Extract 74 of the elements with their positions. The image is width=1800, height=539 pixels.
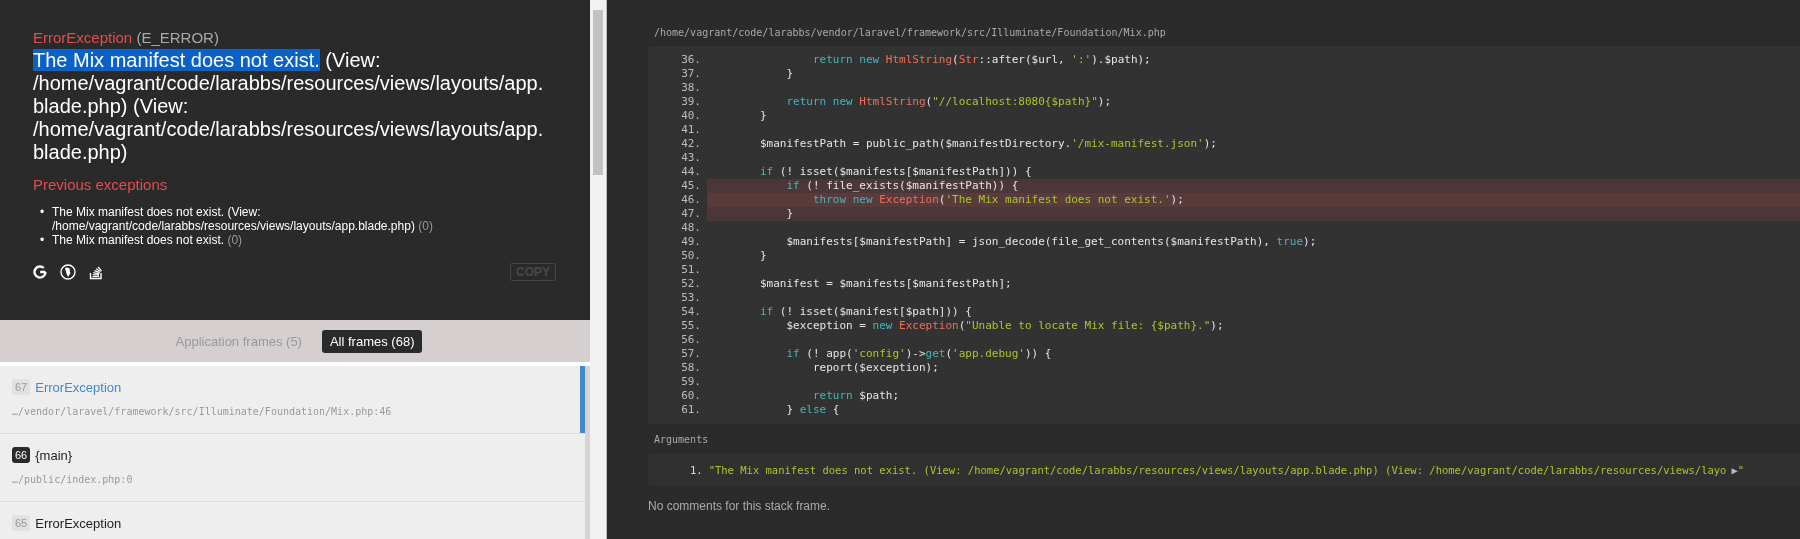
exception-code: (E_ERROR) xyxy=(136,29,219,46)
line-number: 36. xyxy=(680,53,701,67)
exception-message: The Mix manifest does not exist. (View: /home/vagrant/code/larabbs/resources/views/layouts/app.blade.php) (View: /home/vagrant/code/larabbs/resources/views/layouts/app.blade.php) xyxy=(33,49,545,164)
line-number: 61. xyxy=(680,403,701,417)
arguments-heading: Arguments xyxy=(654,434,710,445)
bullet: • xyxy=(40,205,46,219)
g-logo-icon[interactable] xyxy=(33,265,47,279)
argument-value: "The Mix manifest does not exist. (View: /home/vagrant/code/larabbs/resources/views/layouts/app.blade.php) (View: /home/vagrant/code/larabbs/resources/views/layo xyxy=(708,464,1727,476)
frame-path: …/public/index.php:0 xyxy=(12,474,134,485)
duck-icon[interactable] xyxy=(60,264,76,280)
stack-frame[interactable]: 65 ErrorException xyxy=(0,502,585,539)
line-number: 60. xyxy=(680,389,701,403)
code-line: $manifestPath = public_path($manifestDirectory.'/mix-manifest.json'); xyxy=(758,137,1217,151)
line-number: 46. xyxy=(680,193,701,207)
frame-title: ErrorException xyxy=(35,515,122,531)
code-line: if (! isset($manifests[$manifestPath])) { xyxy=(758,165,1032,179)
line-number: 57. xyxy=(680,347,701,361)
code-line: return new HtmlString("//localhost:8080{$path}"); xyxy=(785,95,1111,109)
code-line: } xyxy=(758,249,767,263)
code-line: $manifests[$manifestPath] = json_decode(file_get_contents($manifestPath), true); xyxy=(785,235,1317,249)
line-number: 55. xyxy=(680,319,701,333)
line-number: 45. xyxy=(680,179,701,193)
line-number: 40. xyxy=(680,109,701,123)
line-number: 49. xyxy=(680,235,701,249)
code-line: if (! file_exists($manifestPath)) { xyxy=(785,179,1019,193)
previous-exception: The Mix manifest does not exist. (View: /home/vagrant/code/larabbs/resources/views/layouts/app.blade.php) (0) xyxy=(52,205,434,233)
line-number: 51. xyxy=(680,263,701,277)
expand-toggle[interactable]: ▶ xyxy=(1731,464,1738,476)
code-line: } xyxy=(785,207,794,221)
stack-frame[interactable]: 66 {main} …/public/index.php:0 xyxy=(0,434,585,502)
frame-filter-tab[interactable]: All frames (68) xyxy=(321,329,423,353)
bullet: • xyxy=(40,233,46,247)
line-number: 37. xyxy=(680,67,701,81)
code-line: $exception = new Exception("Unable to locate Mix file: {$path}."); xyxy=(785,319,1224,333)
code-line: $manifest = $manifests[$manifestPath]; xyxy=(758,277,1012,291)
line-number: 43. xyxy=(680,151,701,165)
comments-note: No comments for this stack frame. xyxy=(648,499,832,513)
stack-icon[interactable] xyxy=(89,264,103,280)
code-line: } else { xyxy=(785,403,840,417)
line-number: 42. xyxy=(680,137,701,151)
previous-exception: The Mix manifest does not exist. (0) xyxy=(52,233,243,247)
line-number: 53. xyxy=(680,291,701,305)
line-number: 56. xyxy=(680,333,701,347)
line-number: 38. xyxy=(680,81,701,95)
code-line: if (! isset($manifest[$path])) { xyxy=(758,305,972,319)
code-line: } xyxy=(785,67,794,81)
frame-number: 66 xyxy=(12,447,31,463)
line-number: 44. xyxy=(680,165,701,179)
line-number: 47. xyxy=(680,207,701,221)
argument-number: 1. xyxy=(690,464,703,476)
argument-quote: " xyxy=(1737,464,1745,476)
line-number: 59. xyxy=(680,375,701,389)
line-number: 39. xyxy=(680,95,701,109)
frame-title: ErrorException xyxy=(35,379,122,395)
line-number: 54. xyxy=(680,305,701,319)
code-line: if (! app('config')->get('app.debug')) { xyxy=(785,347,1052,361)
line-number: 58. xyxy=(680,361,701,375)
scrollbar[interactable] xyxy=(590,0,607,539)
code-line: return $path; xyxy=(811,389,900,403)
file-path: /home/vagrant/code/larabbs/vendor/laravel/framework/src/Illuminate/Foundation/Mix.php xyxy=(654,27,1167,38)
frame-title: {main} xyxy=(35,447,73,463)
exception-type: ErrorException xyxy=(33,29,133,46)
line-number: 41. xyxy=(680,123,701,137)
code-line: throw new Exception('The Mix manifest does not exist.'); xyxy=(811,193,1184,207)
code-line: } xyxy=(758,109,767,123)
line-number: 50. xyxy=(680,249,701,263)
frame-number: 67 xyxy=(12,379,31,395)
code-line: return new HtmlString(Str::after($url, ':').$path); xyxy=(811,53,1151,67)
previous-heading: Previous exceptions xyxy=(33,176,169,193)
frame-path: …/vendor/laravel/framework/src/Illuminate/Foundation/Mix.php:46 xyxy=(12,406,393,417)
frame-number: 65 xyxy=(12,515,31,531)
code-line: report($exception); xyxy=(811,361,939,375)
line-number: 48. xyxy=(680,221,701,235)
line-number: 52. xyxy=(680,277,701,291)
